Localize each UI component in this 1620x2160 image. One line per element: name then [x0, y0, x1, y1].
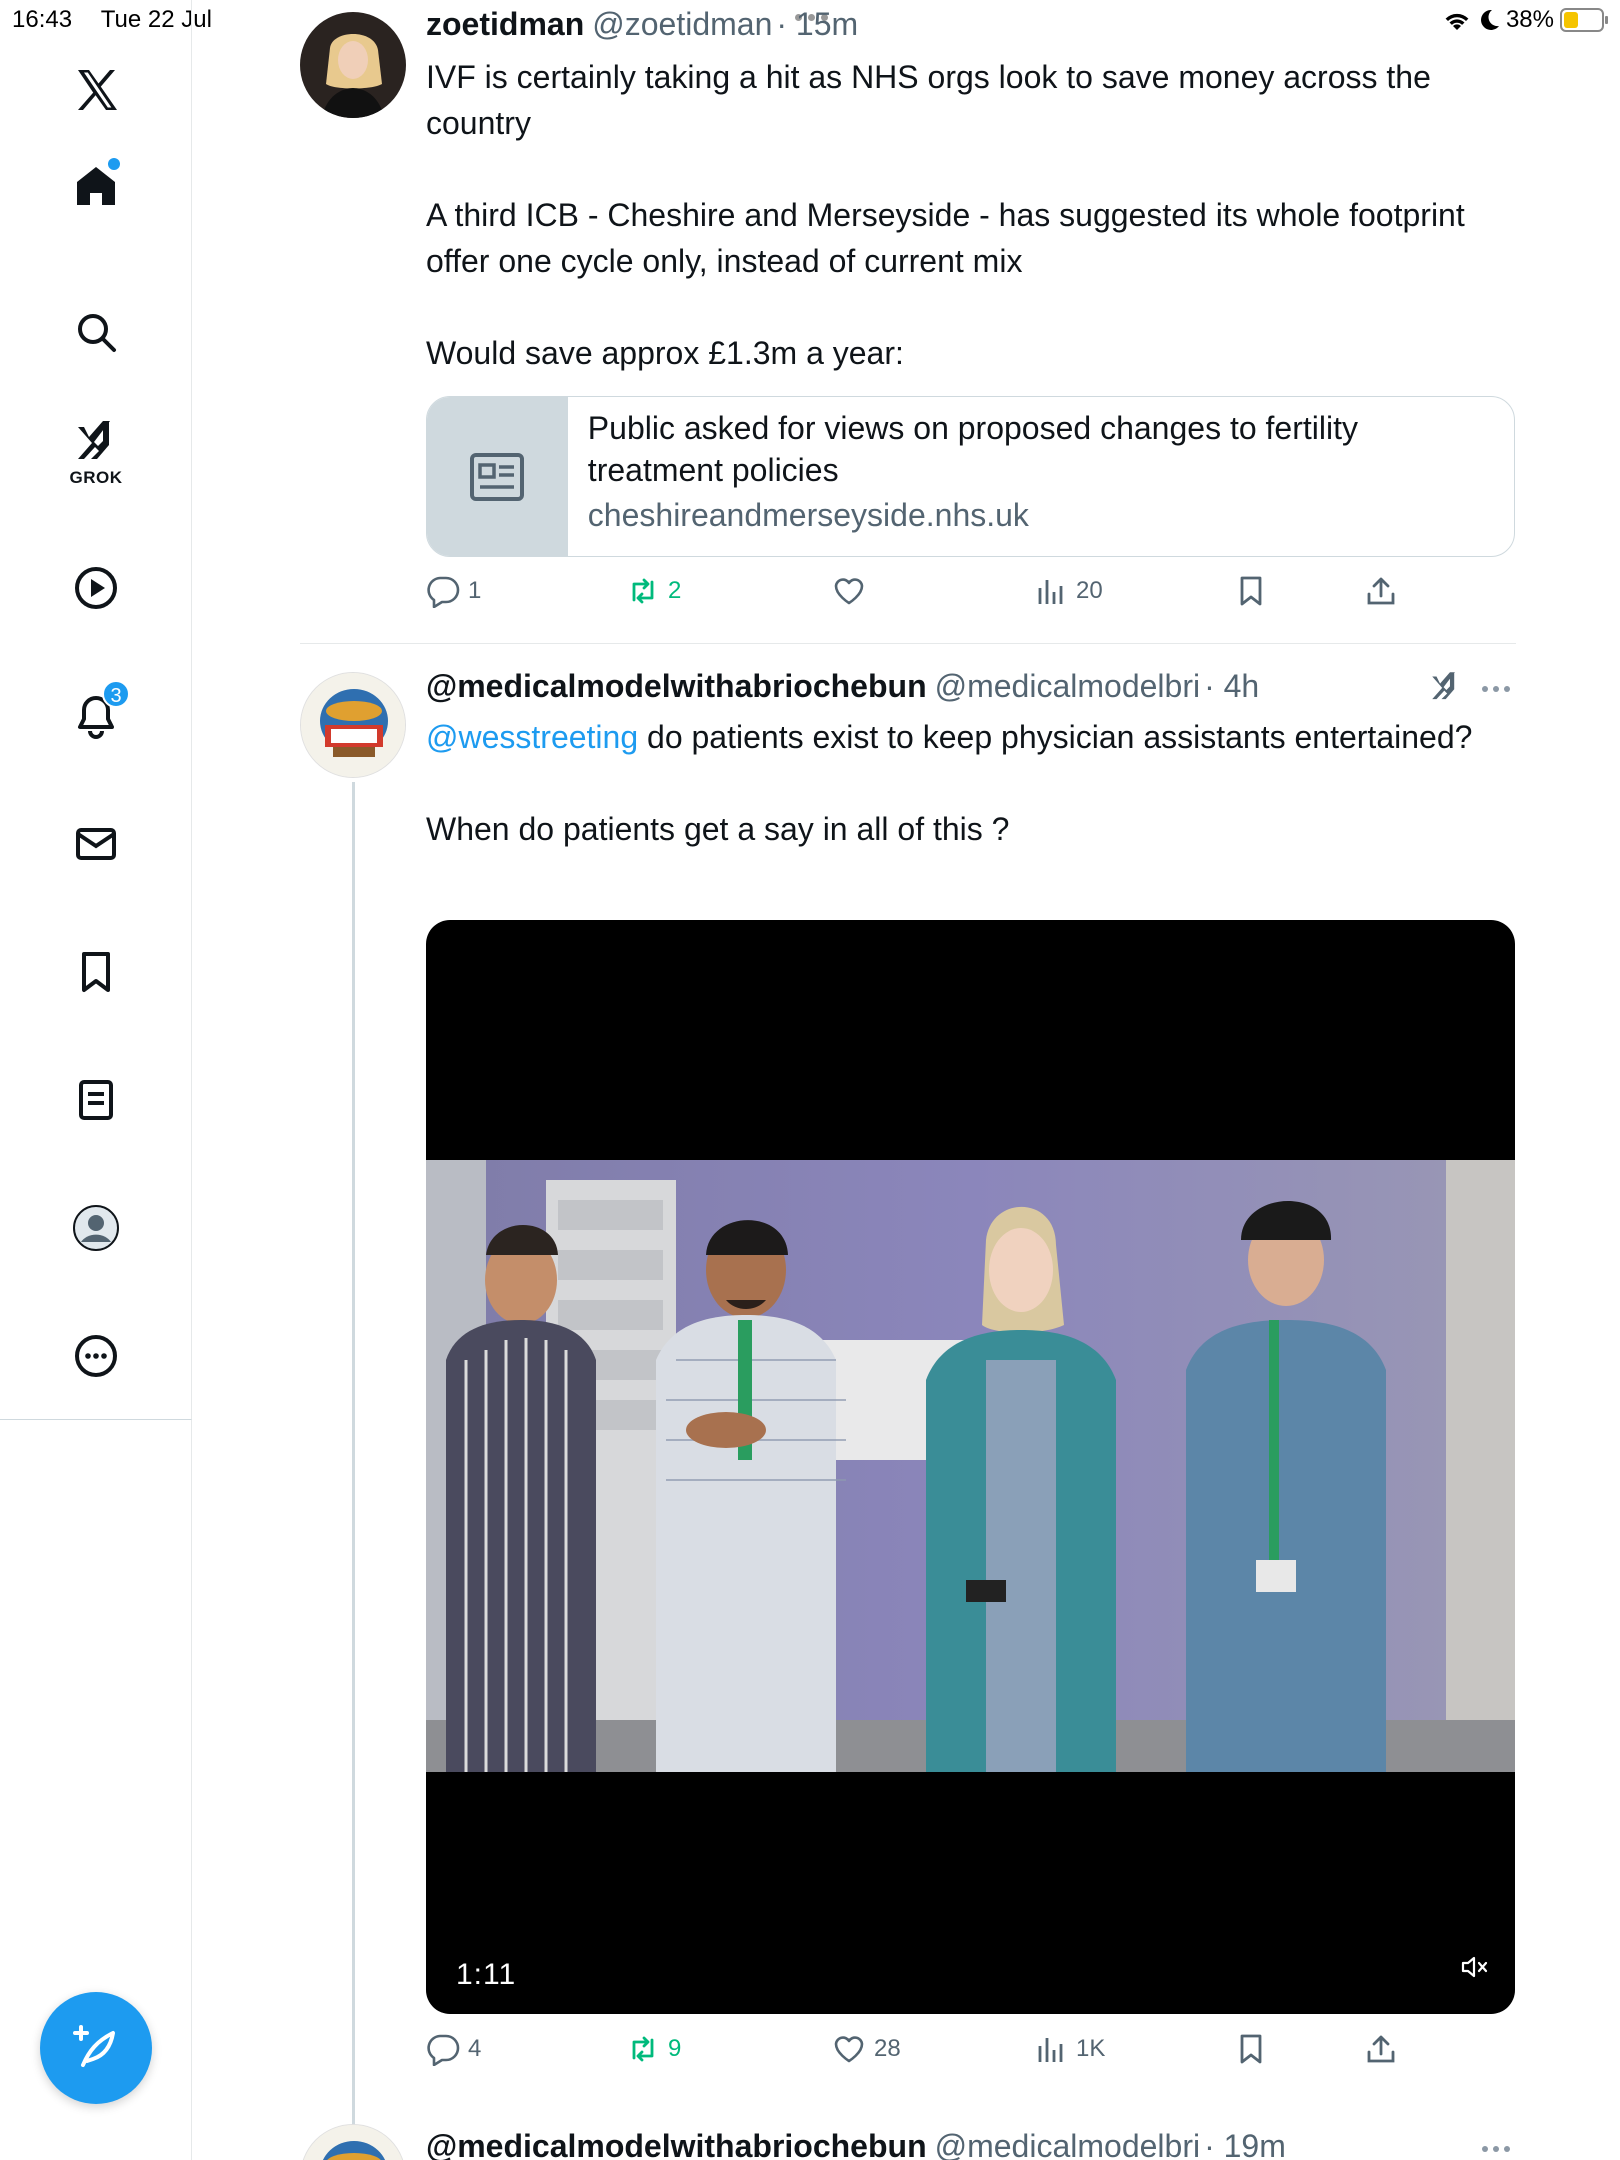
reply-count: 4 [468, 2035, 482, 2062]
home-icon[interactable] [56, 146, 136, 226]
tweet1-text: IVF is certainly taking a hit as NHS org… [426, 54, 1516, 376]
tweet1-time[interactable]: · 15m [776, 6, 858, 42]
battery-percent: 38% [1505, 6, 1554, 33]
tweet2-more-icon[interactable] [1482, 686, 1510, 692]
repost-icon [632, 578, 654, 604]
tweet1-paragraph: Would save approx £1.3m a year: [426, 335, 904, 371]
x-logo-icon[interactable] [56, 50, 136, 130]
bookmark-icon [1240, 576, 1262, 606]
grok-label: GROK [69, 468, 123, 487]
tweet1-author-name[interactable]: zoetidman [426, 6, 584, 42]
thread-connector-line [352, 782, 355, 2160]
tweet2-time[interactable]: · 4h [1204, 668, 1259, 704]
reply-count: 1 [468, 577, 482, 604]
reply-button[interactable]: 1 [426, 574, 481, 608]
tweet1-header: zoetidman @zoetidman · 15m [426, 6, 858, 43]
repost-count: 9 [668, 2035, 682, 2062]
like-button[interactable]: 28 [832, 2032, 901, 2066]
tweet1-paragraph: A third ICB - Cheshire and Merseyside - … [426, 197, 1465, 279]
like-button[interactable] [832, 574, 874, 608]
views-button[interactable]: 20 [1034, 574, 1103, 608]
heart-icon [834, 578, 864, 605]
views-count: 20 [1076, 577, 1103, 604]
tweet2-video-player[interactable]: 1:11 [426, 920, 1515, 2014]
mention-link[interactable]: @wesstreeting [426, 719, 638, 755]
tweet-divider [300, 643, 1516, 644]
grok-explain-icon[interactable] [1428, 668, 1462, 707]
tweet1-avatar[interactable] [300, 12, 406, 118]
sidebar-border [191, 1420, 192, 2160]
tweet1-handle[interactable]: @zoetidman [592, 6, 772, 42]
views-chart-icon [1038, 2038, 1063, 2062]
search-icon[interactable] [56, 292, 136, 372]
share-icon [1367, 577, 1395, 605]
sidebar-nav: GROK 3 [0, 0, 192, 1420]
reply-icon [427, 2034, 460, 2066]
bookmark-button[interactable] [1234, 574, 1268, 608]
repost-button[interactable]: 2 [626, 574, 681, 608]
video-duration: 1:11 [456, 1958, 517, 1991]
notifications-icon[interactable]: 3 [56, 676, 136, 756]
grok-icon[interactable]: GROK [56, 410, 136, 490]
tweet1-actions: 1 2 20 [426, 574, 1436, 624]
tweet2-actions: 4 9 28 1K [426, 2032, 1436, 2082]
muted-speaker-icon [1461, 1956, 1488, 1978]
views-count: 1K [1076, 2035, 1106, 2062]
bookmark-icon [1240, 2034, 1262, 2064]
tweet2-paragraph: do patients exist to keep physician assi… [638, 719, 1473, 755]
mute-button[interactable] [1461, 1955, 1489, 1984]
tweet1-link-card[interactable]: Public asked for views on proposed chang… [426, 396, 1515, 557]
compose-post-button[interactable] [40, 1992, 152, 2104]
bookmarks-icon[interactable] [56, 932, 136, 1012]
battery-icon [1560, 8, 1608, 32]
tweet2-text: @wesstreeting do patients exist to keep … [426, 714, 1516, 852]
tweet3-author-name[interactable]: @medicalmodelwithabriochebun [426, 2128, 927, 2160]
video-frame [426, 1160, 1515, 1772]
tweet3-time[interactable]: · 19m [1204, 2128, 1286, 2160]
tweet2-handle[interactable]: @medicalmodelbri [935, 668, 1200, 704]
tweet3-avatar[interactable] [300, 2124, 406, 2160]
views-button[interactable]: 1K [1034, 2032, 1105, 2066]
status-bar-right: 38% [1442, 6, 1608, 34]
more-icon[interactable] [56, 1316, 136, 1396]
tweet3-more-icon[interactable] [1482, 2146, 1510, 2152]
notifications-badge: 3 [102, 680, 130, 708]
moon-icon [1480, 9, 1499, 30]
profile-icon[interactable] [56, 1188, 136, 1268]
video-icon[interactable] [56, 548, 136, 628]
messages-icon[interactable] [56, 804, 136, 884]
repost-count: 2 [668, 577, 682, 604]
article-thumbnail [427, 397, 568, 556]
tweet2-author-name[interactable]: @medicalmodelwithabriochebun [426, 668, 927, 704]
home-unread-dot [108, 158, 120, 170]
tweet1-paragraph: IVF is certainly taking a hit as NHS org… [426, 59, 1431, 141]
like-count: 28 [874, 2035, 901, 2062]
share-icon [1367, 2035, 1395, 2063]
compose-feather-icon [73, 2025, 115, 2067]
reply-icon [427, 576, 460, 608]
tweet2-header: @medicalmodelwithabriochebun @medicalmode… [426, 668, 1259, 705]
link-card-title: Public asked for views on proposed chang… [587, 410, 1358, 488]
tweet3-handle[interactable]: @medicalmodelbri [935, 2128, 1200, 2160]
article-icon [470, 452, 525, 501]
heart-icon [834, 2036, 864, 2063]
share-button[interactable] [1364, 574, 1398, 608]
link-card-domain: cheshireandmerseyside.nhs.uk [587, 497, 1029, 533]
bookmark-button[interactable] [1234, 2032, 1268, 2066]
views-chart-icon [1038, 580, 1063, 604]
repost-icon [632, 2036, 654, 2062]
tweet3-header: @medicalmodelwithabriochebun @medicalmode… [426, 2128, 1286, 2160]
tweet2-avatar[interactable] [300, 672, 406, 778]
share-button[interactable] [1364, 2032, 1398, 2066]
tweet2-paragraph: When do patients get a say in all of thi… [426, 811, 1010, 847]
wifi-icon [1445, 13, 1469, 30]
repost-button[interactable]: 9 [626, 2032, 681, 2066]
reply-button[interactable]: 4 [426, 2032, 481, 2066]
lists-icon[interactable] [56, 1060, 136, 1140]
